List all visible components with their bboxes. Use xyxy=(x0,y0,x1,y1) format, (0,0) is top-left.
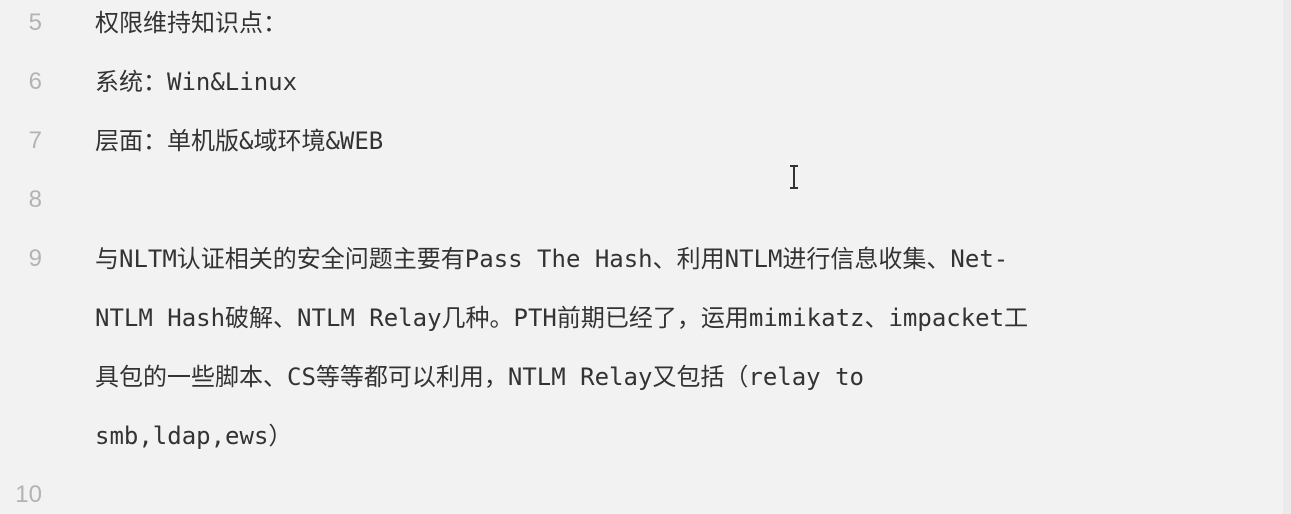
editor-line-10[interactable] xyxy=(95,480,995,510)
editor-line-9-part-1[interactable]: 与NLTM认证相关的安全问题主要有Pass The Hash、利用NTLM进行信… xyxy=(95,244,1008,274)
line-number: 8 xyxy=(28,186,42,213)
editor-line-9-part-4[interactable]: smb,ldap,ews） xyxy=(95,421,292,451)
editor-line-7[interactable]: 层面：单机版&域环境&WEB xyxy=(95,126,383,156)
line-number: 10 xyxy=(15,481,42,508)
editor-line-9-part-3[interactable]: 具包的一些脚本、CS等等都可以利用，NTLM Relay又包括（relay to xyxy=(95,362,864,392)
line-number: 9 xyxy=(28,245,42,272)
line-number: 6 xyxy=(28,68,42,95)
editor-line-8[interactable] xyxy=(95,185,995,215)
line-number: 7 xyxy=(28,127,42,154)
editor-line-6[interactable]: 系统：Win&Linux xyxy=(95,67,297,97)
editor-line-9-part-2[interactable]: NTLM Hash破解、NTLM Relay几种。PTH前期已经了，运用mimi… xyxy=(95,303,1028,333)
text-editor[interactable]: 5 6 7 8 9 10 权限维持知识点： 系统：Win&Linux 层面：单机… xyxy=(0,0,1291,514)
line-number-gutter: 5 6 7 8 9 10 xyxy=(0,0,62,514)
line-number: 5 xyxy=(28,9,42,36)
i-beam-cursor-icon xyxy=(790,165,798,189)
vertical-scrollbar[interactable] xyxy=(1283,0,1291,514)
editor-line-5[interactable]: 权限维持知识点： xyxy=(95,8,287,38)
